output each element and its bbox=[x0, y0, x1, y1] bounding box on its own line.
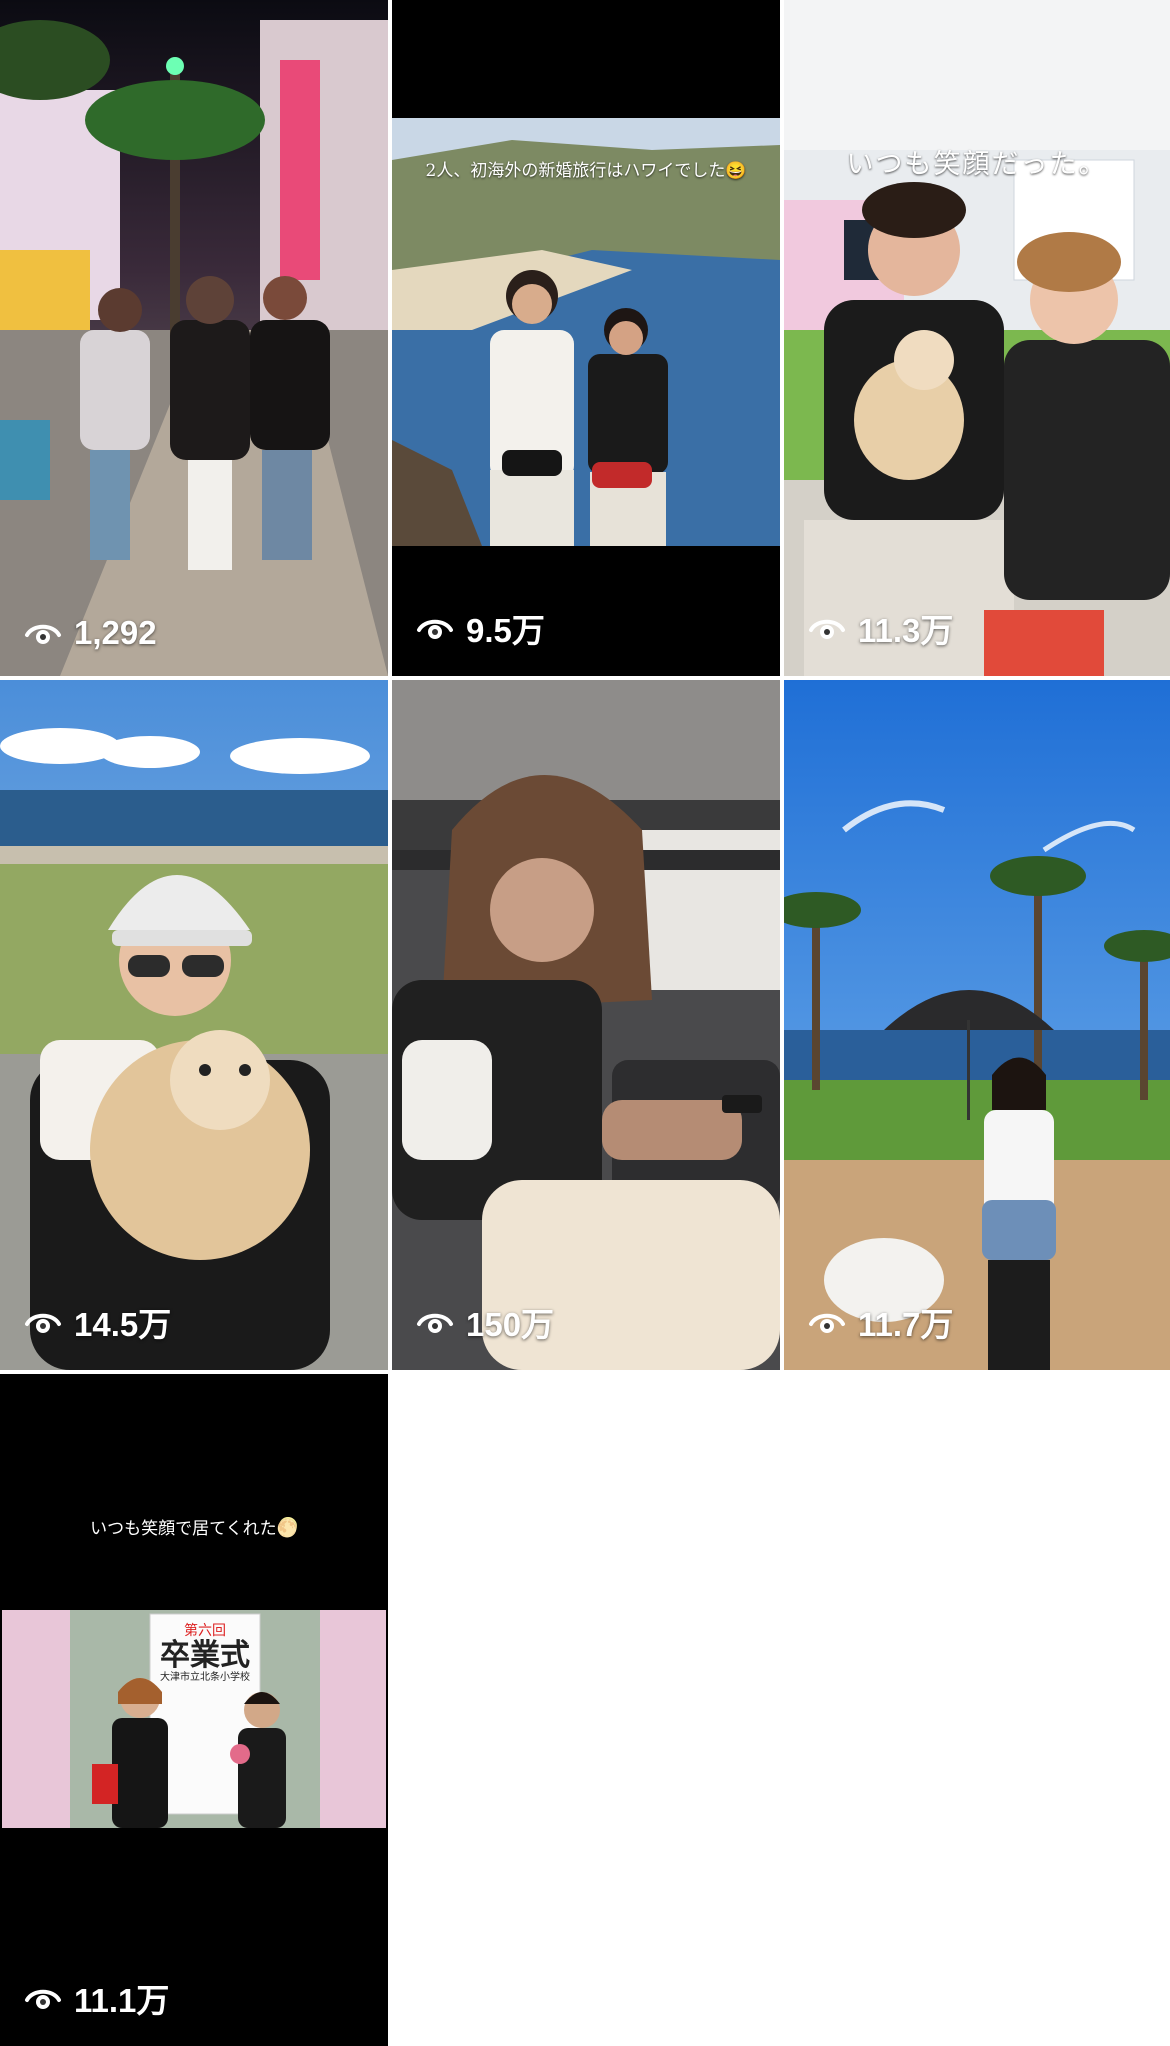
view-count: 11.1万 bbox=[24, 1974, 169, 2022]
video-thumbnail-6[interactable]: 11.7万 bbox=[784, 680, 1170, 1370]
eye-icon bbox=[809, 1313, 845, 1333]
video-thumbnail-2[interactable]: 2人、初海外の新婚旅行はハワイでした😆 9.5万 bbox=[392, 0, 780, 676]
sign-line-3: 大津市立北条小学校 bbox=[160, 1672, 250, 1684]
view-count-text: 1,292 bbox=[74, 614, 157, 651]
view-count: 11.7万 bbox=[808, 1298, 953, 1346]
eye-icon bbox=[25, 1989, 61, 2009]
eye-icon bbox=[25, 1313, 61, 1333]
video-thumbnail-3[interactable]: いつも笑顔だった。 11.3万 bbox=[784, 0, 1170, 676]
view-count-text: 11.7万 bbox=[858, 1306, 954, 1343]
video-caption: 2人、初海外の新婚旅行はハワイでした😆 bbox=[425, 161, 747, 181]
eye-icon bbox=[417, 1313, 453, 1333]
eye-icon bbox=[417, 619, 453, 639]
thumbnail-image bbox=[0, 680, 388, 1370]
view-count-text: 11.1万 bbox=[74, 1982, 170, 2019]
view-count: 150万 bbox=[416, 1298, 554, 1346]
view-count: 1,292 bbox=[24, 614, 157, 652]
video-caption: いつも笑顔だった。 bbox=[846, 149, 1108, 180]
view-count: 9.5万 bbox=[416, 604, 545, 652]
view-count-text: 14.5万 bbox=[74, 1306, 172, 1343]
view-count-text: 150万 bbox=[466, 1306, 555, 1343]
eye-icon bbox=[25, 624, 61, 644]
eye-icon bbox=[809, 619, 845, 639]
video-thumbnail-7[interactable]: いつも笑顔で居てくれた🌕 第六回 卒業式 大津市立北条小学校 11.1万 bbox=[0, 1374, 388, 2046]
view-count-text: 11.3万 bbox=[858, 612, 954, 649]
thumbnail-image bbox=[784, 0, 1170, 676]
video-thumbnail-5[interactable]: 150万 bbox=[392, 680, 780, 1370]
view-count: 11.3万 bbox=[808, 604, 953, 652]
thumbnail-image bbox=[392, 680, 780, 1370]
video-thumbnail-4[interactable]: 14.5万 bbox=[0, 680, 388, 1370]
thumbnail-image bbox=[0, 0, 388, 676]
graduation-sign-text: 第六回 卒業式 大津市立北条小学校 bbox=[152, 1623, 258, 1684]
sign-line-2: 卒業式 bbox=[160, 1638, 250, 1674]
view-count-text: 9.5万 bbox=[466, 612, 545, 649]
video-caption: いつも笑顔で居てくれた🌕 bbox=[90, 1519, 298, 1539]
thumbnail-image bbox=[784, 680, 1170, 1370]
thumbnail-image bbox=[0, 1374, 388, 2046]
view-count: 14.5万 bbox=[24, 1298, 171, 1346]
video-thumbnail-1[interactable]: 1,292 bbox=[0, 0, 388, 676]
sign-line-1: 第六回 bbox=[184, 1623, 226, 1639]
video-grid: 1,292 2人、初海外の新婚旅行はハワイでした😆 9.5万 いつも笑顔だった。… bbox=[0, 0, 1170, 2046]
thumbnail-image bbox=[392, 0, 780, 676]
